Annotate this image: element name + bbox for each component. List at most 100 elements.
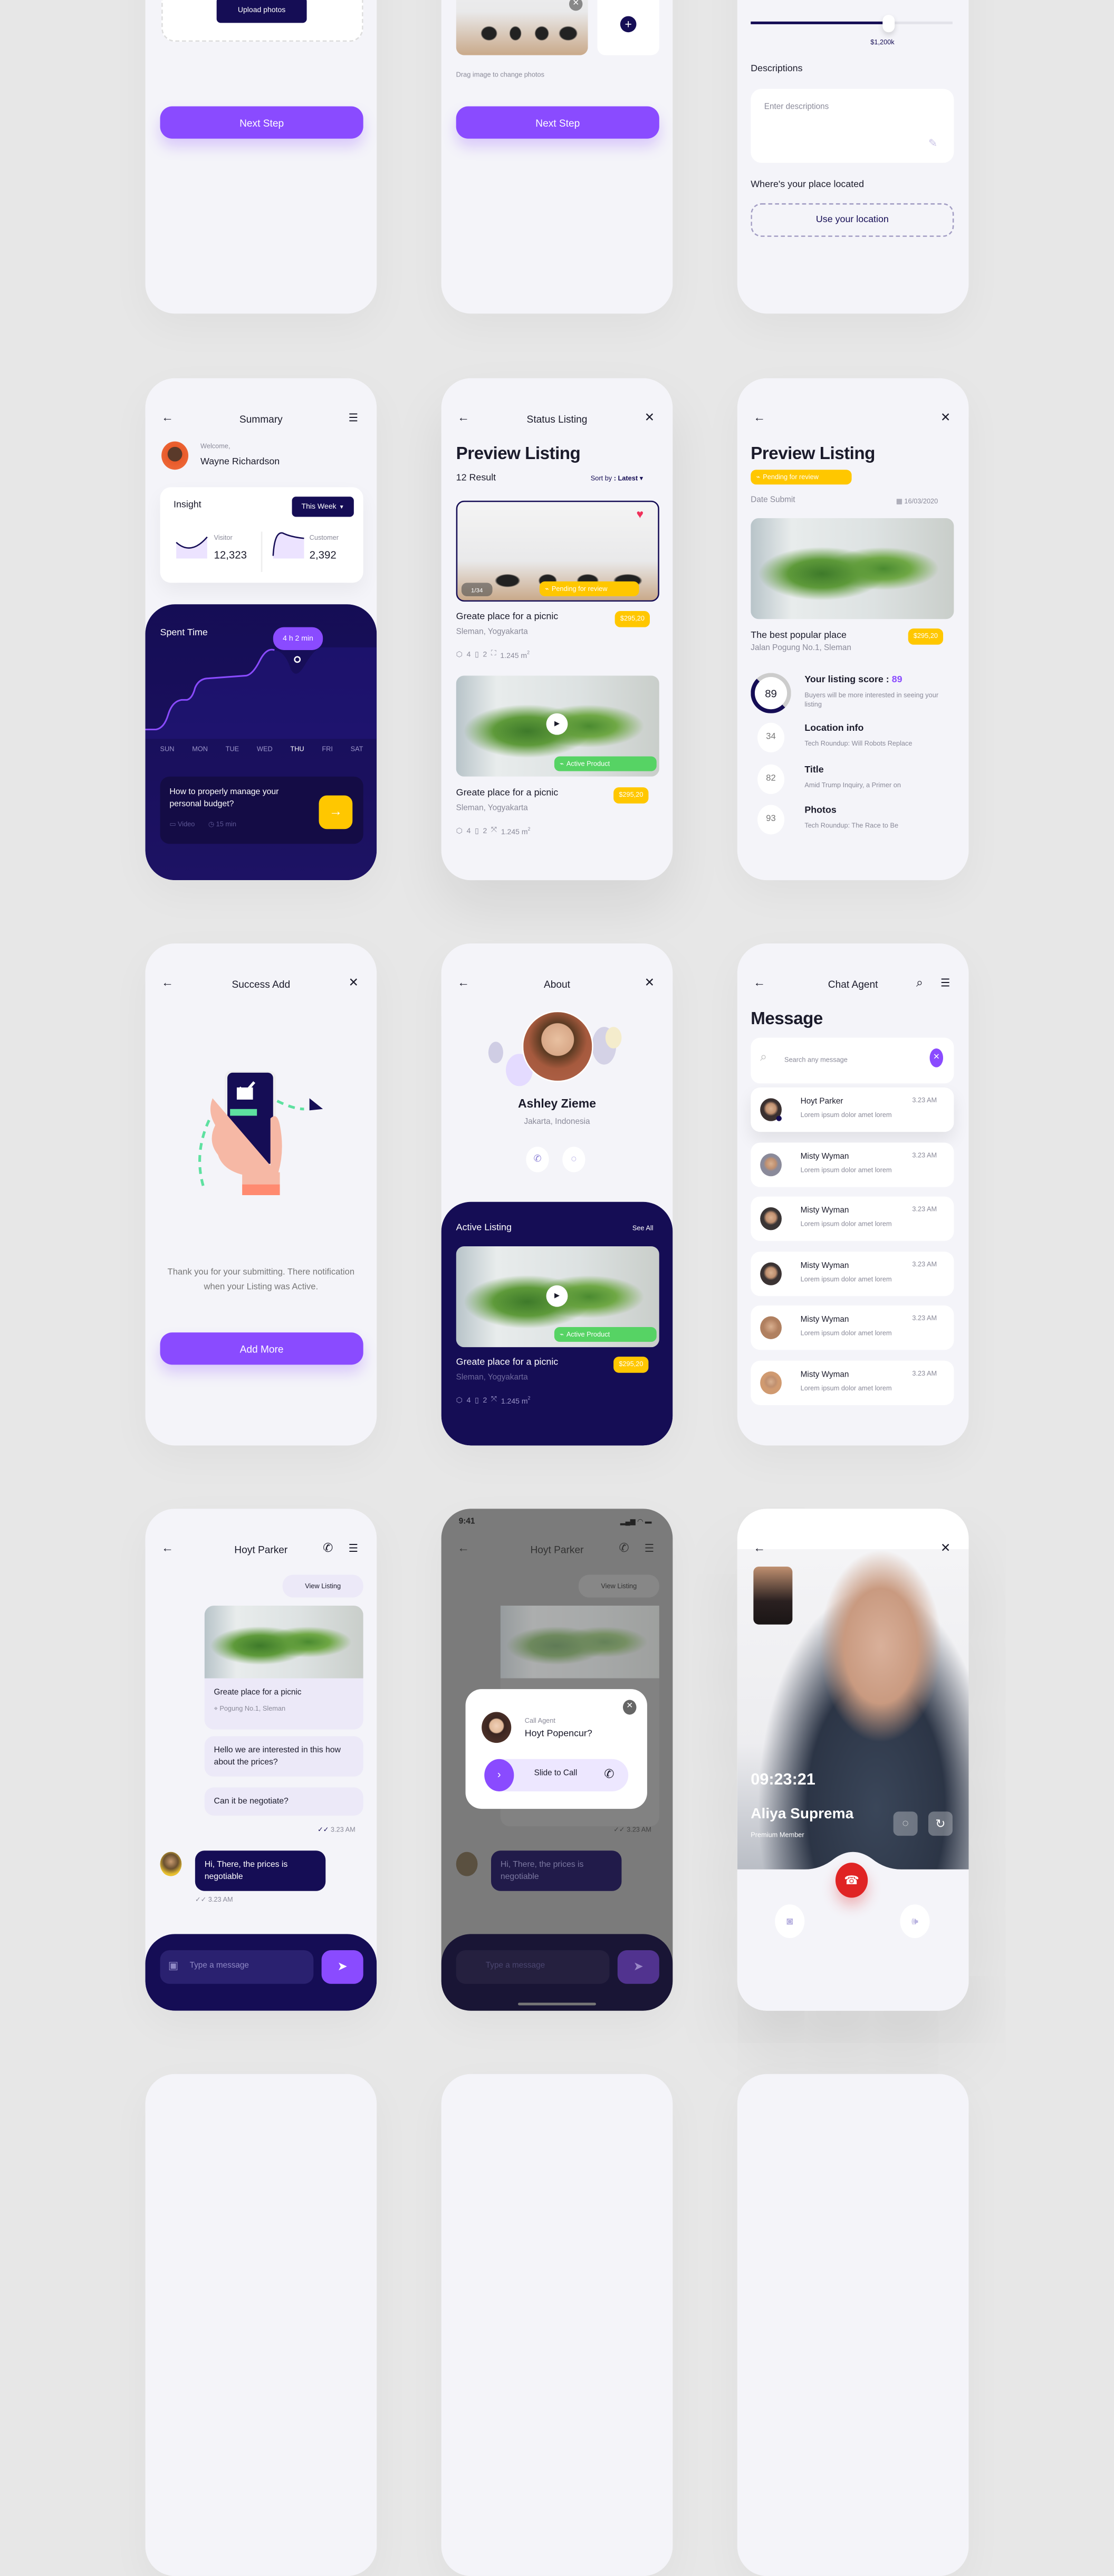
listing-video-thumbnail[interactable]: ▶ ⌁ Active Product — [456, 1246, 659, 1348]
screen-title: Hoyt Parker — [234, 1543, 288, 1556]
next-step-button[interactable]: Next Step — [456, 106, 659, 139]
agent-avatar — [482, 1712, 512, 1743]
spent-time-chart — [145, 647, 377, 739]
listing-photo[interactable] — [456, 0, 588, 55]
tip-meta: ▭ Video ◷ 15 min — [169, 821, 236, 829]
listing-title[interactable]: Greate place for a picnic — [456, 1358, 559, 1368]
filter-icon[interactable]: ☰ — [349, 412, 358, 424]
chat-list-item[interactable]: Misty Wyman Lorem ipsum dolor amet lorem… — [751, 1305, 954, 1350]
upload-photos-button[interactable]: Upload photos — [216, 0, 307, 23]
contact-name: Hoyt Parker — [800, 1098, 843, 1106]
period-select[interactable]: This Week ▼ — [292, 497, 354, 517]
speaker-button[interactable]: 🕪 — [900, 1904, 930, 1939]
close-icon[interactable]: ✕ — [349, 977, 359, 989]
descriptions-input[interactable]: Enter descriptions ✎ — [751, 89, 954, 163]
agent-name: Hoyt Popencur? — [524, 1729, 592, 1739]
rotate-camera-button[interactable]: ↻ — [928, 1811, 953, 1836]
arrow-right-button[interactable]: → — [319, 795, 353, 829]
day-label[interactable]: SAT — [351, 746, 363, 753]
search-icon[interactable]: ⌕ — [916, 977, 923, 989]
message-time: ✓✓ 3.23 AM — [318, 1826, 356, 1834]
chat-list-item[interactable]: Misty Wyman Lorem ipsum dolor amet lorem… — [751, 1196, 954, 1241]
day-label-selected[interactable]: THU — [290, 746, 304, 753]
score-item[interactable]: 82 Title Amid Trump Inquiry, a Primer on — [751, 762, 955, 795]
plus-icon[interactable]: + — [620, 16, 637, 33]
play-icon[interactable]: ▶ — [546, 1285, 568, 1307]
listing-photo[interactable]: 1/34 ⌁ Pending for review ♥ — [456, 500, 659, 602]
slider-handle-chevron-icon[interactable]: › — [484, 1759, 514, 1791]
location-text: Pogung No.1, Sleman — [219, 1705, 286, 1714]
close-icon[interactable]: ✕ — [940, 411, 950, 424]
back-arrow-icon[interactable]: ← — [753, 411, 765, 424]
chat-button[interactable]: ◌ — [893, 1811, 918, 1836]
listing-photo[interactable] — [751, 518, 954, 619]
drag-hint: Drag image to change photos — [456, 71, 545, 80]
message-input[interactable]: ▣ Type a message — [160, 1950, 314, 1984]
next-step-button[interactable]: Next Step — [160, 106, 363, 139]
bed-icon: ⬡ — [456, 827, 463, 836]
view-listing-button[interactable]: View Listing — [282, 1575, 363, 1598]
self-video-thumbnail[interactable] — [753, 1567, 793, 1625]
date-value: ▦ 16/03/2020 — [896, 498, 938, 506]
area: 1.245 m — [501, 1398, 528, 1407]
send-button[interactable]: ➤ — [321, 1950, 363, 1984]
heart-icon[interactable]: ♥ — [636, 508, 644, 521]
contact-name: Misty Wyman — [800, 1316, 849, 1324]
status-listing-screen: ← Status Listing ✕ Preview Listing 12 Re… — [441, 378, 673, 881]
tip-duration: 15 min — [216, 820, 236, 829]
close-icon[interactable]: ✕ — [645, 411, 655, 424]
phone-icon[interactable]: ✆ — [619, 1542, 629, 1554]
clear-search-icon[interactable]: ✕ — [929, 1048, 944, 1067]
slide-to-call-slider[interactable]: › Slide to Call ✆ — [484, 1759, 629, 1791]
close-modal-icon[interactable]: ✕ — [622, 1700, 637, 1715]
day-label[interactable]: SUN — [160, 746, 175, 753]
day-label[interactable]: FRI — [322, 746, 333, 753]
filter-icon[interactable]: ☰ — [349, 1542, 358, 1554]
play-icon[interactable]: ▶ — [546, 713, 568, 735]
listing-title[interactable]: Greate place for a picnic — [456, 613, 559, 622]
use-location-button[interactable]: Use your location — [751, 203, 954, 237]
chat-list-item[interactable]: Misty Wyman Lorem ipsum dolor amet lorem… — [751, 1251, 954, 1296]
day-label[interactable]: TUE — [226, 746, 239, 753]
close-icon[interactable]: ✕ — [645, 977, 655, 989]
slider-thumb[interactable] — [882, 15, 895, 33]
reply-bubble: Hi, There, the prices is negotiable — [491, 1850, 622, 1891]
chat-button[interactable]: ◌ — [562, 1147, 585, 1172]
customer-sparkline — [272, 532, 304, 559]
score-item[interactable]: 93 Photos Tech Roundup: The Race to Be — [751, 804, 955, 836]
date-label: Date Submit — [751, 497, 795, 505]
decor-circle — [605, 1027, 622, 1048]
camera-button[interactable]: ◙ — [775, 1904, 805, 1939]
search-input[interactable]: ⌕ Search any message ✕ — [751, 1037, 954, 1084]
day-label[interactable]: WED — [257, 746, 273, 753]
listing-message-card[interactable]: Greate place for a picnic ⌖ Pogung No.1,… — [204, 1605, 363, 1730]
item-title: Title — [804, 765, 824, 775]
chat-list-item[interactable]: Misty Wyman Lorem ipsum dolor amet lorem… — [751, 1360, 954, 1405]
item-score: 93 — [757, 805, 785, 835]
see-all-link[interactable]: See All — [632, 1225, 654, 1233]
add-more-button[interactable]: Add More — [160, 1332, 363, 1365]
filter-icon[interactable]: ☰ — [645, 1542, 654, 1554]
avatar — [760, 1152, 782, 1176]
listing-title[interactable]: Greate place for a picnic — [456, 789, 559, 798]
end-call-button[interactable]: ☎ — [835, 1863, 868, 1898]
message-time: 3.23 AM — [912, 1260, 937, 1269]
back-arrow-icon[interactable]: ← — [753, 1542, 765, 1554]
close-icon[interactable]: ✕ — [940, 1542, 950, 1554]
chat-list-item[interactable]: Misty Wyman Lorem ipsum dolor amet lorem… — [751, 1142, 954, 1187]
message-placeholder: Type a message — [485, 1962, 545, 1971]
day-label[interactable]: MON — [192, 746, 208, 753]
filter-icon[interactable]: ☰ — [940, 977, 950, 989]
score-item[interactable]: 34 Location info Tech Roundup: Will Robo… — [751, 721, 955, 753]
listing-video-thumbnail[interactable]: ▶ ⌁ Active Product — [456, 675, 659, 777]
image-icon[interactable]: ▣ — [168, 1960, 178, 1972]
sort-select[interactable]: Sort by : Latest ▾ — [591, 475, 643, 483]
chat-list-item[interactable]: Hoyt Parker Lorem ipsum dolor amet lorem… — [751, 1087, 954, 1132]
tip-card[interactable]: How to properly manage your personal bud… — [160, 776, 363, 844]
bath-icon: ▯ — [475, 651, 479, 660]
listing-specs: ⬡ 4 ▯ 2 ⛶ 1.245 m2 — [456, 650, 530, 661]
listing-title: Greate place for a picnic — [214, 1689, 302, 1697]
phone-button[interactable]: ✆ — [526, 1147, 549, 1172]
score-ring: 89 — [751, 673, 791, 713]
phone-icon[interactable]: ✆ — [323, 1542, 333, 1554]
